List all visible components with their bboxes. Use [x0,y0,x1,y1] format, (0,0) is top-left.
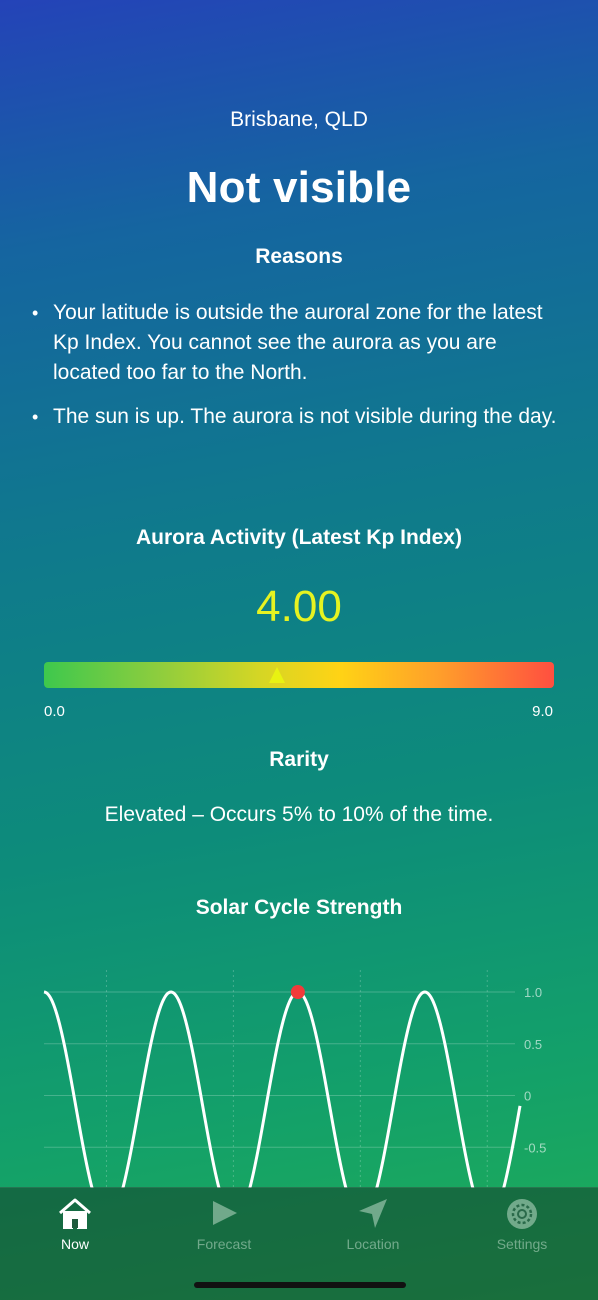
reason-item: The sun is up. The aurora is not visible… [30,402,570,432]
aurora-activity-heading: Aurora Activity (Latest Kp Index) [136,526,462,549]
kp-marker-icon [268,667,285,683]
chart-grid [44,970,515,1188]
reason-item: Your latitude is outside the auroral zon… [30,298,570,388]
rarity-description: Elevated – Occurs 5% to 10% of the time. [104,803,494,826]
tab-now-label: Now [60,1236,89,1252]
home-icon [59,1198,91,1229]
tab-forecast-label: Forecast [196,1236,252,1252]
solar-cycle-chart: 1.0 0.5 0 -0.5 [43,970,546,1188]
chart-y-tick-label: 1.0 [524,985,542,1000]
location-label: Brisbane, QLD [230,108,368,131]
kp-scale-max: 9.0 [532,703,553,720]
chart-y-tick-label: 0 [524,1089,531,1104]
chart-y-ticks: 1.0 0.5 0 -0.5 [524,985,546,1155]
reasons-heading: Reasons [255,245,343,268]
gear-icon [507,1199,537,1229]
current-cycle-point [290,985,305,999]
rarity-heading: Rarity [269,748,329,771]
chart-y-tick-label: -0.5 [524,1140,546,1155]
kp-scale-bar [44,662,554,688]
reasons-list: Your latitude is outside the auroral zon… [30,298,570,446]
solar-cycle-line [43,990,522,1188]
chart-y-tick-label: 0.5 [524,1037,542,1052]
tab-now[interactable]: Now [15,1188,135,1258]
tab-settings-label: Settings [496,1236,548,1252]
location-arrow-icon [359,1199,387,1228]
tab-location-label: Location [346,1236,400,1252]
tab-forecast[interactable]: Forecast [164,1188,284,1258]
visibility-status: Not visible [186,163,412,212]
home-indicator [194,1282,406,1288]
play-icon [213,1201,237,1225]
kp-scale-min: 0.0 [44,703,65,720]
tab-location[interactable]: Location [313,1188,433,1258]
solar-cycle-heading: Solar Cycle Strength [195,896,403,919]
kp-index-value: 4.00 [256,582,342,631]
tab-settings[interactable]: Settings [462,1188,582,1258]
